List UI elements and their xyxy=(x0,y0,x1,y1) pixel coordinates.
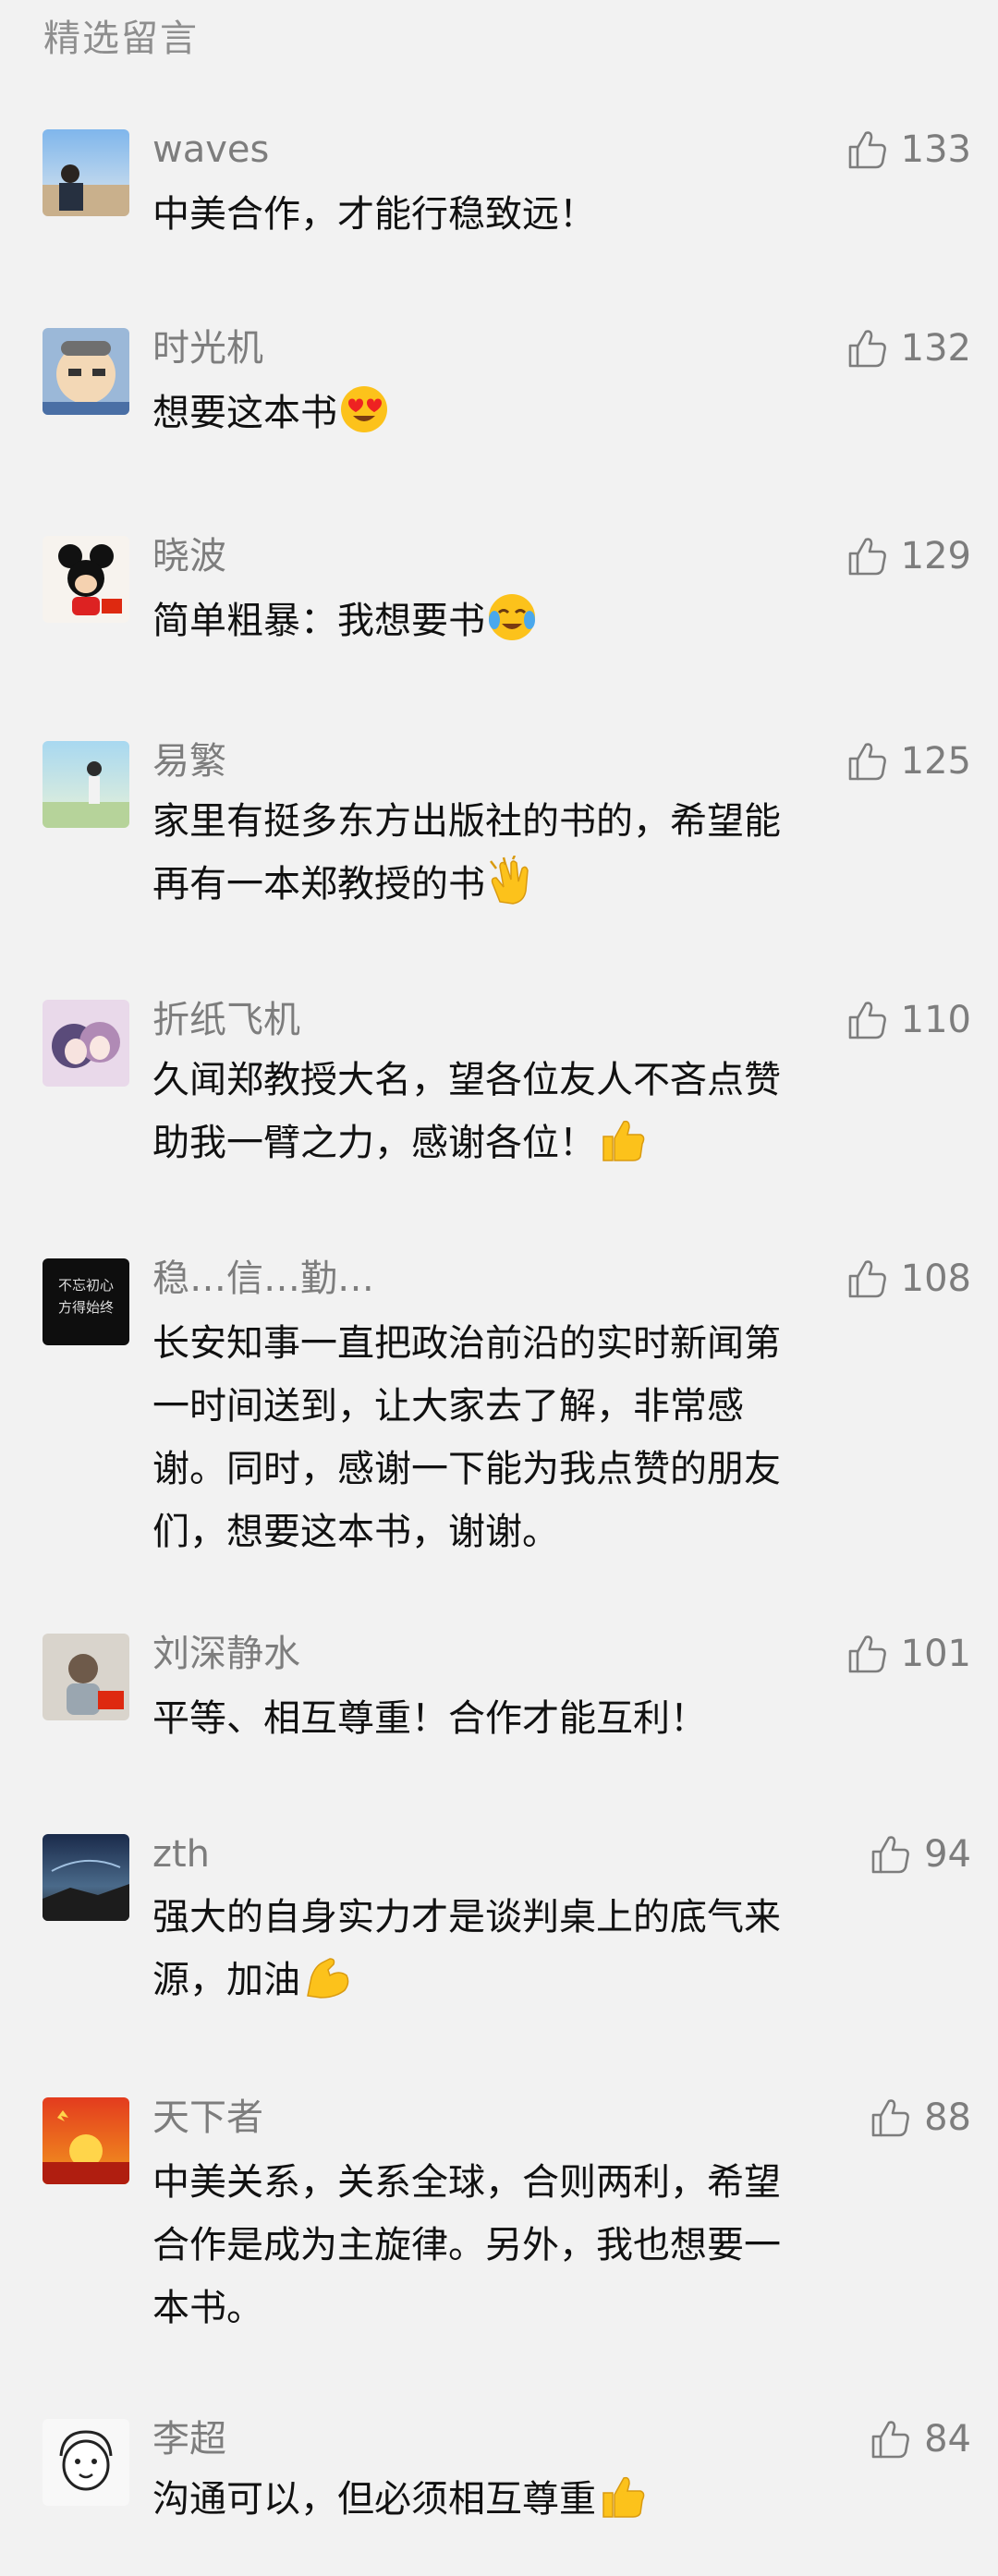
comment-line: 平等、相互尊重！合作才能互利！ xyxy=(152,1697,707,1740)
comment-text: 久闻郑教授大名，望各位友人不吝点赞助我一臂之力，感谢各位！ xyxy=(152,1049,947,1174)
like-count: 132 xyxy=(900,327,971,370)
thumbs-up-icon xyxy=(848,743,886,781)
username[interactable]: 李超 xyxy=(152,2415,226,2463)
svg-text:方得始终: 方得始终 xyxy=(58,1299,114,1316)
username[interactable]: 刘深静水 xyxy=(152,1630,300,1678)
avatar[interactable]: 不忘初心 方得始终 xyxy=(43,1258,129,1345)
username[interactable]: 晓波 xyxy=(152,532,226,580)
avatar[interactable] xyxy=(43,129,129,216)
flexed-arm-emoji xyxy=(302,1951,352,2001)
comment-line: 本书。 xyxy=(152,2287,263,2329)
comment-line: 中美关系，关系全球，合则两利，希望 xyxy=(152,2161,781,2204)
thumbs-up-icon xyxy=(848,1635,886,1673)
comment-line: 源，加油 xyxy=(152,1949,947,2011)
like-button[interactable]: 101 xyxy=(847,1630,971,1678)
like-count: 125 xyxy=(900,740,971,783)
comment-line: 再有一本郑教授的书 xyxy=(152,853,947,916)
like-count: 94 xyxy=(924,1833,971,1876)
avatar[interactable] xyxy=(43,1000,129,1087)
thumbs-up-icon xyxy=(848,131,886,169)
thumbs-up-emoji xyxy=(598,2471,648,2521)
section-title: 精选留言 xyxy=(43,18,199,60)
thumbs-up-icon xyxy=(848,330,886,368)
like-button[interactable]: 129 xyxy=(847,532,971,580)
thumbs-up-icon xyxy=(848,1002,886,1039)
thumbs-up-emoji xyxy=(598,1114,648,1164)
avatar[interactable] xyxy=(43,741,129,828)
avatar[interactable] xyxy=(43,1634,129,1720)
comment-text: 沟通可以，但必须相互尊重 xyxy=(152,2468,947,2531)
avatar[interactable] xyxy=(43,2097,129,2184)
like-count: 129 xyxy=(900,535,971,577)
like-count: 110 xyxy=(900,999,971,1041)
crying-emoji xyxy=(487,592,537,642)
comment-line: 合作是成为主旋律。另外，我也想要一 xyxy=(152,2224,781,2266)
like-button[interactable]: 84 xyxy=(870,2415,971,2463)
avatar[interactable] xyxy=(43,328,129,415)
comment-text: 平等、相互尊重！合作才能互利！ xyxy=(152,1687,947,1750)
comment-line: 一时间送到，让大家去了解，非常感 xyxy=(152,1385,744,1428)
like-button[interactable]: 88 xyxy=(870,2094,971,2142)
comment-text: 长安知事一直把政治前沿的实时新闻第 一时间送到，让大家去了解，非常感 谢。同时，感谢… xyxy=(152,1312,947,1563)
username[interactable]: zth xyxy=(152,1830,210,1878)
comment-text: 中美合作，才能行稳致远！ xyxy=(152,183,947,246)
username[interactable]: waves xyxy=(152,126,269,174)
heart-eyes-emoji xyxy=(339,384,389,434)
like-button[interactable]: 133 xyxy=(847,126,971,174)
avatar[interactable] xyxy=(43,2419,129,2506)
like-count: 108 xyxy=(900,1258,971,1300)
avatar[interactable] xyxy=(43,1834,129,1921)
like-button[interactable]: 110 xyxy=(847,996,971,1044)
comment-text: 家里有挺多东方出版社的书的，希望能再有一本郑教授的书 xyxy=(152,790,947,916)
comment-line: 长安知事一直把政治前沿的实时新闻第 xyxy=(152,1322,781,1365)
username[interactable]: 稳…信…勤… xyxy=(152,1255,374,1303)
comment-line: 中美合作，才能行稳致远！ xyxy=(152,193,596,236)
like-count: 84 xyxy=(924,2418,971,2461)
like-count: 101 xyxy=(900,1633,971,1675)
clapping-emoji xyxy=(487,855,537,905)
thumbs-up-icon xyxy=(871,2421,909,2459)
comment-line: 简单粗暴：我想要书 xyxy=(152,589,947,652)
like-button[interactable]: 94 xyxy=(870,1830,971,1878)
comment-text: 中美关系，关系全球，合则两利，希望 合作是成为主旋律。另外，我也想要一 本书。 xyxy=(152,2151,947,2339)
like-button[interactable]: 125 xyxy=(847,737,971,785)
username[interactable]: 天下者 xyxy=(152,2094,263,2142)
thumbs-up-icon xyxy=(871,2099,909,2137)
comment-text: 简单粗暴：我想要书 xyxy=(152,589,947,652)
comment-text: 想要这本书 xyxy=(152,382,947,444)
comment-line: 沟通可以，但必须相互尊重 xyxy=(152,2468,947,2531)
comment-line: 强大的自身实力才是谈判桌上的底气来 xyxy=(152,1896,781,1938)
thumbs-up-icon xyxy=(848,538,886,576)
username[interactable]: 易繁 xyxy=(152,737,226,785)
like-count: 88 xyxy=(924,2096,971,2139)
username[interactable]: 时光机 xyxy=(152,324,263,372)
comment-line: 助我一臂之力，感谢各位！ xyxy=(152,1112,947,1174)
like-count: 133 xyxy=(900,128,971,171)
like-button[interactable]: 108 xyxy=(847,1255,971,1303)
like-button[interactable]: 132 xyxy=(847,324,971,372)
comment-line: 想要这本书 xyxy=(152,382,947,444)
comment-line: 家里有挺多东方出版社的书的，希望能 xyxy=(152,800,781,843)
thumbs-up-icon xyxy=(848,1260,886,1298)
comment-text: 强大的自身实力才是谈判桌上的底气来源，加油 xyxy=(152,1886,947,2011)
comment-line: 谢。同时，感谢一下能为我点赞的朋友 xyxy=(152,1448,781,1490)
username[interactable]: 折纸飞机 xyxy=(152,996,300,1044)
comment-line: 们，想要这本书，谢谢。 xyxy=(152,1511,559,1553)
svg-text:不忘初心: 不忘初心 xyxy=(58,1277,114,1294)
thumbs-up-icon xyxy=(871,1836,909,1874)
comment-line: 久闻郑教授大名，望各位友人不吝点赞 xyxy=(152,1059,781,1101)
avatar[interactable] xyxy=(43,536,129,623)
